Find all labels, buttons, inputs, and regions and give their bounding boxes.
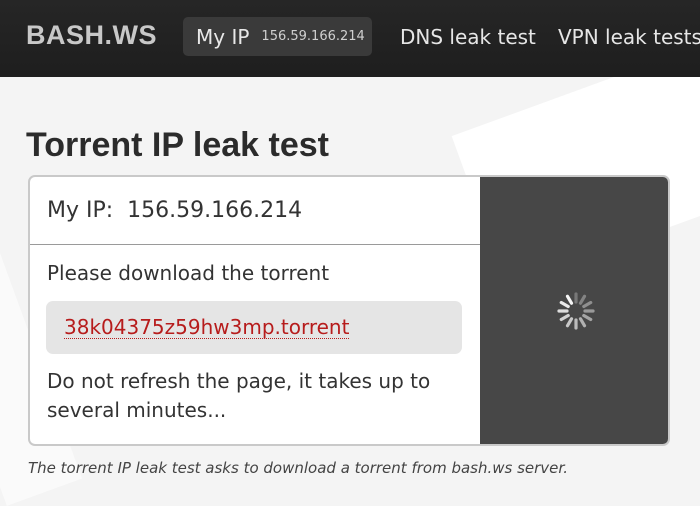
loading-panel [480, 177, 668, 444]
spinner-spoke [565, 294, 574, 305]
nav-my-ip-label: My IP [196, 24, 250, 49]
spinner-spoke [582, 313, 593, 322]
nav-my-ip-value: 156.59.166.214 [261, 29, 365, 44]
panel-content: My IP: 156.59.166.214 Please download th… [30, 177, 480, 444]
spinner-spoke [582, 300, 593, 309]
top-navigation-bar: BASH.WS My IP 156.59.166.214 DNS leak te… [0, 0, 700, 77]
site-logo[interactable]: BASH.WS [26, 20, 157, 51]
footnote: The torrent IP leak test asks to downloa… [28, 459, 568, 477]
my-ip-label: My IP: [47, 198, 114, 223]
nav-vpn-leak-tests[interactable]: VPN leak tests [558, 25, 700, 49]
nav-my-ip[interactable]: My IP 156.59.166.214 [183, 17, 372, 56]
my-ip-row: My IP: 156.59.166.214 [30, 177, 480, 245]
spinner-spoke [578, 317, 587, 328]
torrent-test-panel: My IP: 156.59.166.214 Please download th… [28, 175, 670, 446]
download-instruction: Please download the torrent [47, 261, 330, 285]
torrent-download-link[interactable]: 38k04375z59hw3mp.torrent [64, 316, 350, 339]
refresh-notice: Do not refresh the page, it takes up to … [47, 369, 431, 422]
my-ip-value: 156.59.166.214 [127, 198, 303, 223]
spinner-spoke [565, 317, 574, 328]
spinner-spoke [578, 294, 587, 305]
spinner-spoke [559, 300, 570, 309]
nav-dns-leak-test[interactable]: DNS leak test [400, 25, 536, 49]
torrent-file-box: 38k04375z59hw3mp.torrent [46, 301, 462, 354]
page-title: Torrent IP leak test [26, 126, 329, 164]
loading-spinner-icon [557, 292, 595, 330]
spinner-spoke [559, 313, 570, 322]
